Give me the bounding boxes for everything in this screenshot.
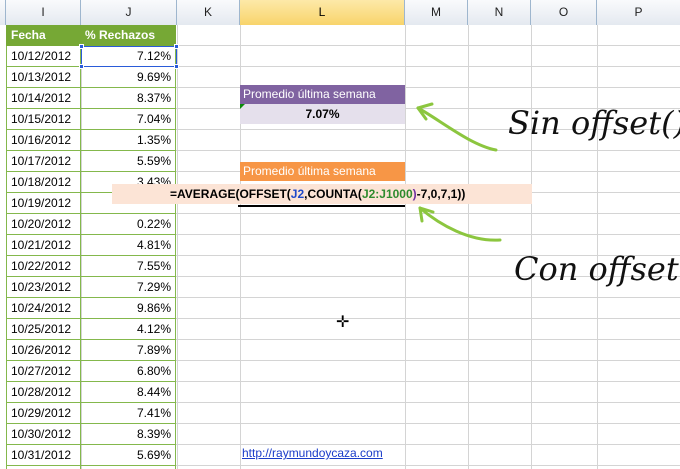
annotation-arrows xyxy=(416,102,502,242)
arrow-sin-offset xyxy=(416,106,498,152)
website-link[interactable]: http://raymundoycaza.com xyxy=(242,446,383,460)
annotation-con-offset: Con offset() xyxy=(514,250,680,288)
annotation-sin-offset: Sin offset() xyxy=(508,104,680,142)
cursor-icon: ✛ xyxy=(336,314,350,331)
